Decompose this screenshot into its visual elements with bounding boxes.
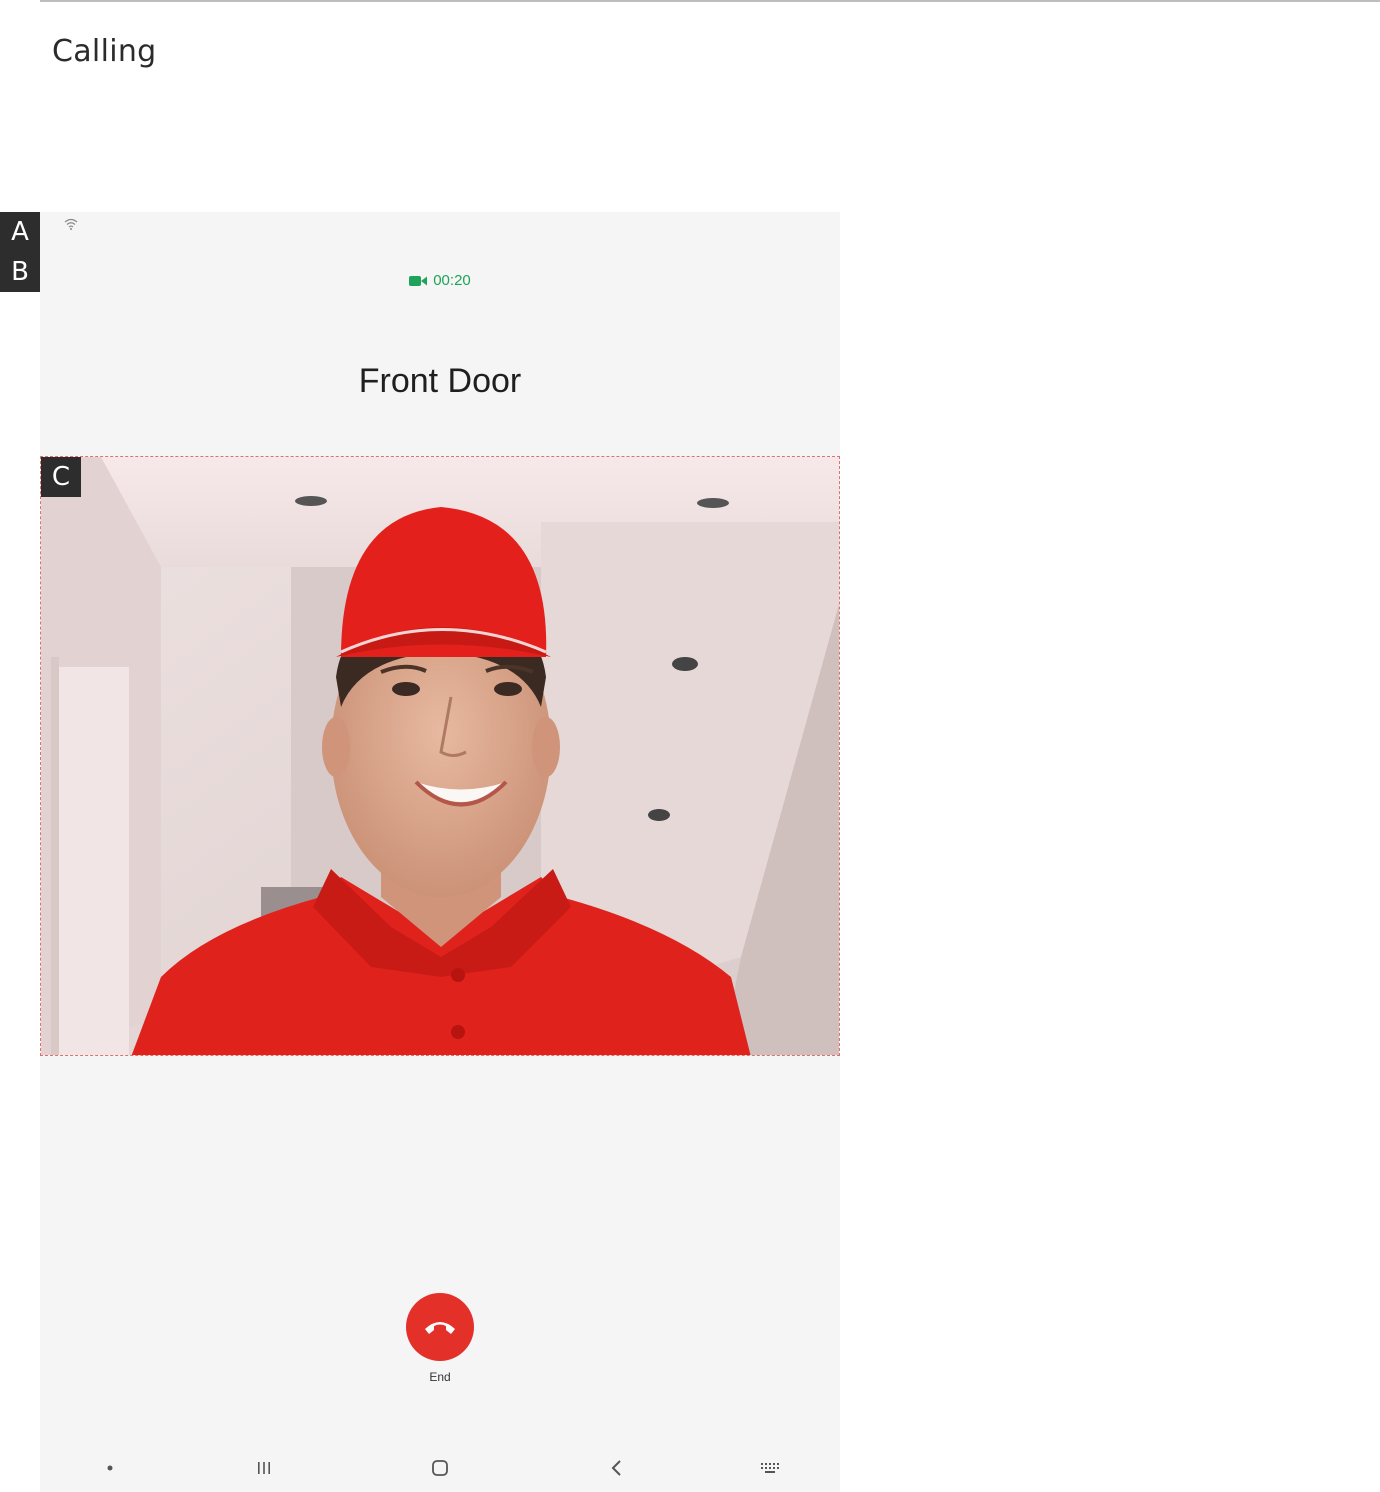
dot-icon xyxy=(107,1465,113,1471)
video-feed: C xyxy=(40,456,840,1056)
end-call-button[interactable] xyxy=(406,1293,474,1361)
annotation-badge-a: A xyxy=(0,212,40,252)
nav-home-button[interactable] xyxy=(420,1448,460,1488)
hang-up-phone-icon xyxy=(425,1322,455,1334)
nav-recents-button[interactable] xyxy=(244,1448,284,1488)
back-icon xyxy=(611,1460,621,1476)
video-feed-image xyxy=(41,457,839,1055)
caller-name: Front Door xyxy=(358,362,522,400)
nav-dot-icon[interactable] xyxy=(90,1448,130,1488)
recents-icon xyxy=(258,1462,270,1474)
wifi-icon xyxy=(64,218,78,230)
nav-back-button[interactable] xyxy=(596,1448,636,1488)
video-camera-icon xyxy=(409,276,428,286)
call-screen: 00:20 Front Door C End xyxy=(40,212,840,1492)
annotation-badge-b: B xyxy=(0,252,40,292)
home-icon xyxy=(432,1460,448,1476)
nav-keyboard-button[interactable] xyxy=(750,1448,790,1488)
keyboard-icon xyxy=(761,1463,779,1473)
system-navigation-bar xyxy=(40,1448,840,1488)
top-divider xyxy=(40,0,1380,2)
call-timer: 00:20 xyxy=(40,272,840,289)
end-call-label: End xyxy=(429,1370,451,1384)
call-timer-text: 00:20 xyxy=(433,272,471,289)
page-title: Calling xyxy=(52,34,157,69)
annotation-badge-c: C xyxy=(41,457,81,497)
